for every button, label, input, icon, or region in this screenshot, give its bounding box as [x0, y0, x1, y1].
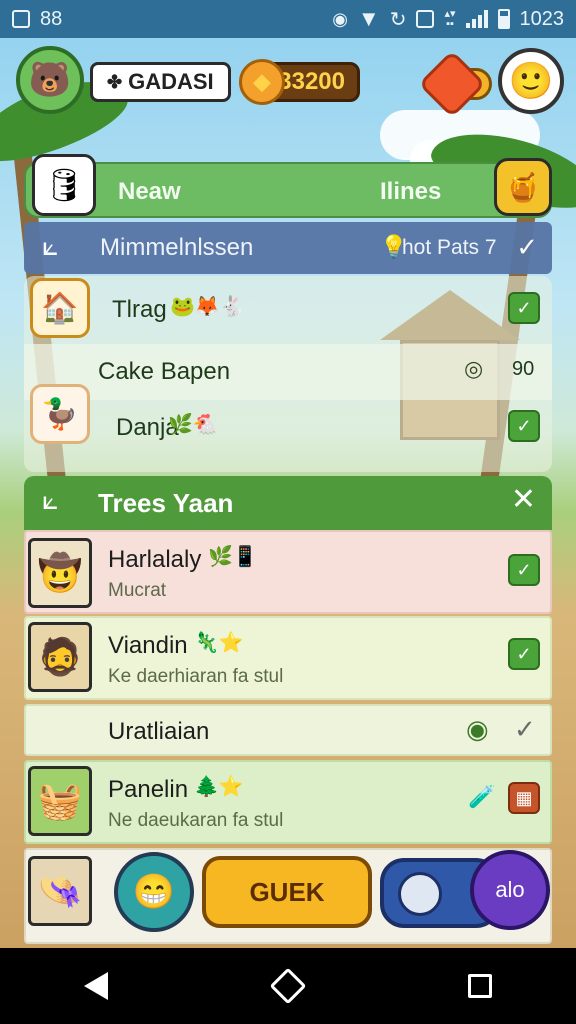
quest-panel: 🏠 Tlrag 🐸🦊🐇 ✓ Cake Bapen ◎ 90 🦆 Danja 🌿🐔…: [24, 276, 552, 472]
radio-icon[interactable]: ◉: [466, 714, 489, 745]
location-icon: ◉: [332, 8, 348, 29]
item-title: Panelin: [108, 776, 189, 803]
nav-home-icon[interactable]: [269, 967, 307, 1005]
quest-title: Tlrag: [112, 296, 167, 323]
disk-icon: [398, 872, 442, 916]
pot-icon[interactable]: 🍯: [494, 158, 552, 216]
reward-icons: 🌿📱: [208, 546, 258, 568]
reward-icons: 🐸🦊🐇: [170, 296, 245, 318]
battery-icon: [497, 9, 510, 29]
notification-icon: [12, 10, 30, 28]
action-bar: 😁 GUEK alo: [0, 850, 576, 940]
smiley-icon: 😁: [132, 873, 176, 911]
system-nav-bar: [0, 948, 576, 1024]
reward-icons: 🌿🐔: [168, 414, 218, 436]
menu-button-label: alo: [495, 877, 525, 902]
character-icon: 🐻: [28, 61, 72, 99]
sync-icon: ↻: [389, 8, 407, 31]
tab-new[interactable]: Neaw: [118, 178, 181, 206]
nav-recent-icon[interactable]: [468, 974, 493, 998]
item-title: Uratliaian: [108, 718, 210, 745]
item-title: Viandin: [108, 632, 188, 659]
menu-button[interactable]: alo: [470, 850, 550, 930]
profile-avatar[interactable]: 🙂: [498, 48, 564, 114]
potion-icon: 🧪: [468, 784, 496, 809]
quest-title: Cake Bapen: [98, 358, 231, 385]
sub-header-title: Mimmelnlssen: [100, 234, 254, 261]
explorer-portrait: 🧔: [28, 622, 92, 692]
item-title: Harlalaly: [108, 546, 202, 573]
explorers-portrait: 🤠: [28, 538, 92, 608]
list-item[interactable]: 🤠 Harlalaly 🌿📱 Mucrat ✓: [24, 530, 552, 614]
wifi-icon: ▼: [357, 6, 380, 31]
quest-value: 90: [512, 358, 535, 380]
main-action-button[interactable]: GUEK: [202, 856, 372, 928]
emoji-button[interactable]: 😁: [114, 852, 194, 932]
barrel-icon[interactable]: 🛢: [32, 154, 96, 216]
ring-icon: ◎: [464, 356, 484, 381]
item-subtitle: Ne daeukaran fa stul: [108, 810, 284, 831]
player-name-badge[interactable]: ✤ GADASI: [90, 62, 231, 102]
coin-value: 33200: [278, 68, 345, 95]
list-item[interactable]: 🧔 Viandin 🦎⭐ Ke daerhiaran fa stul ✓: [24, 616, 552, 700]
claim-button[interactable]: ✓: [508, 410, 540, 442]
claim-button[interactable]: ✓: [508, 554, 540, 586]
crafting-portrait: 🧺: [28, 766, 92, 836]
nav-back-icon[interactable]: [83, 972, 108, 1000]
tab-bar: 🛢 Neaw Ilines 🍯: [24, 154, 552, 218]
coin-counter[interactable]: ◆ 33200: [239, 59, 360, 105]
profile-face-icon: 🙂: [508, 60, 554, 101]
top-hud: 🐻 ✤ GADASI ◆ 33200 🙂: [0, 46, 576, 118]
player-name: GADASI: [128, 69, 214, 94]
checkmark-icon[interactable]: ✓: [516, 232, 538, 263]
sub-header: ⟀ Mimmelnlssen 💡 hot Pats 7 ✓: [24, 222, 552, 274]
item-subtitle: Ke daerhiaran fa stul: [108, 666, 284, 687]
status-bar: 88 ◉ ▼ ↻ ▴▾ ▪▪ 1023: [0, 0, 576, 38]
item-subtitle: Mucrat: [108, 580, 167, 601]
status-left-text: 88: [40, 7, 63, 30]
tab-lines[interactable]: Ilines: [380, 178, 441, 206]
coin-icon: ◆: [239, 59, 285, 105]
signal-icon: [465, 10, 488, 28]
vibrate-icon: [416, 10, 435, 28]
list-item[interactable]: 🧺 Panelin 🌲⭐ Ne daeukaran fa stul 🧪 ▦: [24, 760, 552, 844]
checkmark-icon[interactable]: ✓: [514, 714, 536, 745]
claim-button[interactable]: ✓: [508, 292, 540, 324]
section-header: ⟀ Trees Yaan ✕: [24, 476, 552, 530]
clock: 1023: [519, 7, 565, 30]
badge-icon: ✤: [107, 71, 123, 92]
data-speed-icon: ▴▾ ▪▪: [444, 8, 456, 30]
house-icon[interactable]: 🏠: [30, 278, 90, 338]
check-icon: ⟀: [42, 484, 59, 515]
sub-header-right-text: hot Pats 7: [402, 236, 497, 259]
close-icon[interactable]: ✕: [511, 482, 536, 517]
claim-button[interactable]: ✓: [508, 638, 540, 670]
gem-counter[interactable]: [418, 50, 492, 118]
star-icon: 🌲⭐: [194, 776, 244, 798]
check-icon: ⟀: [42, 230, 59, 261]
gem-icon: [418, 50, 486, 118]
player-avatar[interactable]: 🐻: [16, 46, 84, 114]
bird-icon[interactable]: 🦆: [30, 384, 90, 444]
section-title: Trees Yaan: [98, 488, 234, 518]
star-icon: 🦎⭐: [194, 632, 244, 654]
list-item[interactable]: Uratliaian ◉ ✓: [24, 704, 552, 756]
reward-button[interactable]: ▦: [508, 782, 540, 814]
